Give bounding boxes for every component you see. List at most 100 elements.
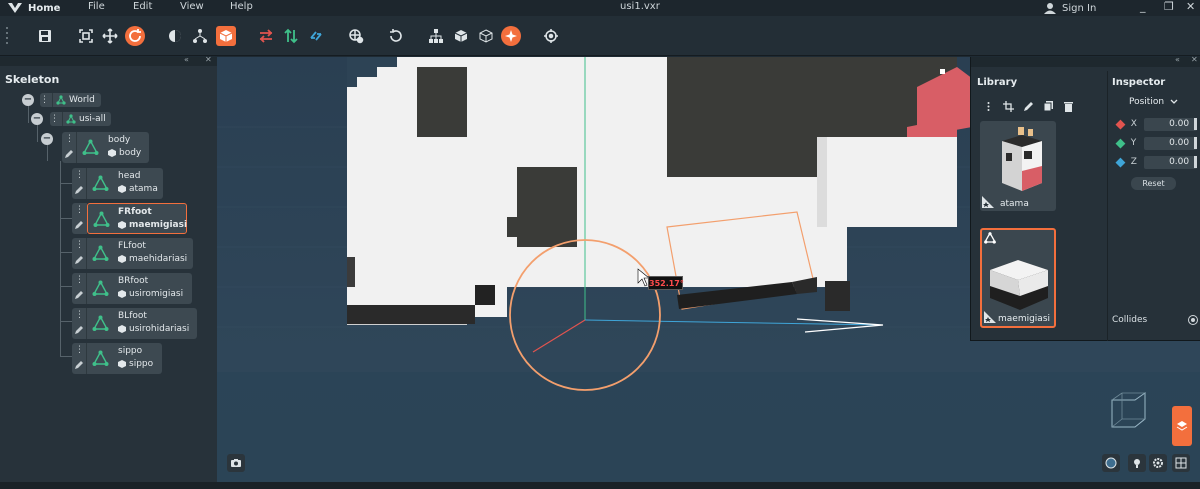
home-menu[interactable]: Home [28, 3, 60, 14]
bone-item-flfoot[interactable]: ⋮ FLfoot maehidariasi [72, 238, 193, 269]
box-icon [219, 30, 233, 42]
edit-pencil-icon[interactable] [74, 290, 84, 300]
bone-item-sippo[interactable]: ⋮ sippo sippo [72, 343, 162, 374]
tree-connector [60, 286, 72, 287]
crop-icon[interactable] [1003, 101, 1014, 112]
bone-icon [93, 211, 110, 227]
collapse-panel-button[interactable]: « [184, 55, 189, 64]
menu-edit[interactable]: Edit [133, 1, 152, 12]
reset-position-button[interactable]: Reset [1131, 177, 1176, 190]
edit-icon[interactable] [1023, 101, 1034, 112]
position-z-slider-handle[interactable] [1194, 156, 1197, 168]
library-item-maemigiasi[interactable]: maemigiasi [980, 228, 1056, 328]
bone-menu-icon[interactable]: ⋮ [75, 240, 84, 250]
toolbar-grip-icon [6, 27, 8, 44]
library-item-atama[interactable]: atama [980, 121, 1056, 211]
bone-menu-icon[interactable]: ⋮ [75, 170, 84, 180]
trash-icon[interactable] [1063, 101, 1074, 112]
bone-group-icon [56, 95, 66, 105]
rotate-tool-button[interactable] [125, 26, 145, 46]
mirror-button[interactable] [281, 26, 301, 46]
bone-menu-icon[interactable]: ⋮ [75, 345, 84, 355]
view-layers-button[interactable] [1172, 406, 1192, 446]
view-settings-button[interactable] [1149, 454, 1167, 472]
edit-pencil-icon[interactable] [74, 255, 84, 265]
flip-button[interactable] [306, 26, 326, 46]
position-section-toggle[interactable]: Position [1129, 97, 1178, 107]
camera-orbit-button[interactable] [346, 26, 366, 46]
bone-menu-icon[interactable]: ⋮ [75, 205, 84, 215]
edit-pencil-icon[interactable] [74, 220, 84, 230]
menu-help[interactable]: Help [230, 1, 253, 12]
tree-node-world[interactable]: ⋮ World [40, 93, 101, 107]
lighting-button[interactable] [1128, 454, 1146, 472]
swap-button[interactable] [256, 26, 276, 46]
close-panel-button[interactable]: ✕ [205, 55, 212, 64]
menu-view[interactable]: View [180, 1, 204, 12]
mirror-icon [284, 28, 298, 44]
save-button[interactable] [35, 26, 55, 46]
bone-model: maehidariasi [118, 254, 187, 264]
edit-pencil-icon[interactable] [74, 360, 84, 370]
collapse-body-button[interactable]: − [41, 133, 53, 145]
tree-connector [60, 252, 72, 253]
minimize-button[interactable]: _ [1140, 0, 1146, 13]
target-button[interactable] [541, 26, 561, 46]
fit-view-button[interactable] [76, 26, 96, 46]
node-menu-icon[interactable]: ⋮ [40, 95, 49, 105]
bone-name: BRfoot [118, 276, 149, 286]
collapse-world-button[interactable]: − [22, 94, 34, 106]
sign-in-button[interactable]: Sign In [1044, 0, 1096, 16]
model-cube-icon [118, 360, 126, 368]
collapse-panel-button[interactable]: « [1175, 55, 1180, 64]
bone-icon [92, 280, 109, 296]
tree-button[interactable] [426, 26, 446, 46]
light-bulb-icon [1134, 459, 1140, 468]
solid-cube-button[interactable] [451, 26, 471, 46]
pose-button[interactable] [165, 26, 185, 46]
bone-menu-icon[interactable]: ⋮ [75, 310, 84, 320]
move-tool-button[interactable] [100, 26, 120, 46]
bone-menu-icon[interactable]: ⋮ [65, 134, 74, 144]
position-y-input[interactable]: 0.00 [1144, 136, 1198, 150]
node-menu-icon[interactable]: ⋮ [50, 114, 59, 124]
model-star-icon [982, 196, 994, 208]
edit-pencil-icon[interactable] [64, 149, 74, 159]
cube-wire-icon [479, 29, 493, 43]
box-button[interactable] [216, 26, 236, 46]
tree-connector [37, 125, 38, 142]
hierarchy-button[interactable] [190, 26, 210, 46]
close-window-button[interactable]: ✕ [1186, 0, 1195, 13]
bone-item-blfoot[interactable]: ⋮ BLfoot usirohidariasi [72, 308, 197, 339]
tree-node-usi-all[interactable]: ⋮ usi-all [50, 112, 111, 126]
grid-toggle-button[interactable] [1172, 454, 1190, 472]
bone-menu-icon[interactable]: ⋮ [75, 275, 84, 285]
bone-item-brfoot[interactable]: ⋮ BRfoot usiromigiasi [72, 273, 192, 304]
reset-rotation-button[interactable] [386, 26, 406, 46]
duplicate-icon[interactable] [1043, 101, 1054, 112]
position-z-input[interactable]: 0.00 [1144, 155, 1198, 169]
position-x-input[interactable]: 0.00 [1144, 117, 1198, 131]
bone-name: FRfoot [118, 207, 152, 217]
maximize-button[interactable]: ❐ [1164, 0, 1174, 13]
position-y-slider-handle[interactable] [1194, 137, 1197, 149]
add-button[interactable] [501, 26, 521, 46]
bone-model: sippo [118, 359, 153, 369]
position-x-slider-handle[interactable] [1194, 118, 1197, 130]
shading-button[interactable] [1102, 454, 1120, 472]
library-menu-icon[interactable] [983, 101, 994, 112]
bone-item-head[interactable]: ⋮ head atama [72, 168, 163, 199]
wire-cube-button[interactable] [476, 26, 496, 46]
bone-item-frfoot[interactable]: FRfoot maemigiasi [87, 203, 187, 234]
node-label: World [69, 95, 95, 105]
close-panel-button[interactable]: ✕ [1191, 55, 1198, 64]
collides-toggle[interactable] [1188, 315, 1198, 325]
screenshot-button[interactable] [227, 454, 245, 472]
bone-model: body [108, 148, 141, 158]
menu-file[interactable]: File [88, 1, 105, 12]
y-axis-icon [1115, 138, 1126, 148]
collapse-group-button[interactable]: − [31, 113, 43, 125]
bone-item-body[interactable]: ⋮ body body [62, 132, 149, 163]
edit-pencil-icon[interactable] [74, 325, 84, 335]
edit-pencil-icon[interactable] [74, 185, 84, 195]
